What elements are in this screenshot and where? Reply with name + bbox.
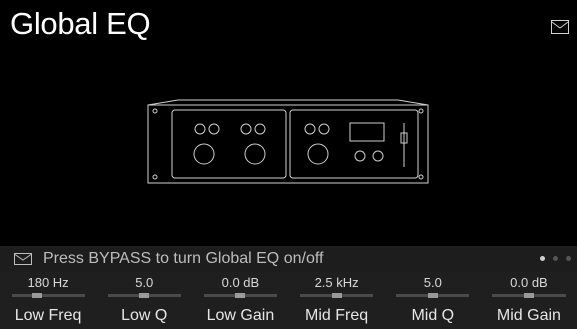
param-value: 5.0	[135, 275, 154, 290]
param-slider[interactable]	[203, 293, 277, 298]
param-knob[interactable]	[139, 293, 150, 298]
param-mid-gain[interactable]: 0.0 dB Mid Gain	[481, 272, 577, 329]
param-knob[interactable]	[331, 293, 342, 298]
param-slider[interactable]	[11, 293, 85, 298]
param-slider[interactable]	[492, 293, 566, 298]
page-indicator	[540, 256, 571, 261]
page-dot	[566, 256, 571, 261]
param-low-gain[interactable]: 0.0 dB Low Gain	[192, 272, 288, 329]
param-value: 180 Hz	[27, 275, 69, 290]
param-value: 5.0	[423, 275, 442, 290]
param-label: Low Freq	[14, 307, 82, 324]
param-mid-q[interactable]: 5.0 Mid Q	[385, 272, 481, 329]
param-bar: 180 Hz Low Freq 5.0 Low Q 0.0 dB Low Gai…	[0, 272, 577, 329]
param-knob[interactable]	[235, 293, 246, 298]
param-knob[interactable]	[523, 293, 534, 298]
page-title: Global EQ	[10, 6, 151, 41]
hint-text: Press BYPASS to turn Global EQ on/off	[43, 250, 324, 267]
param-slider[interactable]	[300, 293, 374, 298]
param-mid-freq[interactable]: 2.5 kHz Mid Freq	[289, 272, 385, 329]
param-low-freq[interactable]: 180 Hz Low Freq	[0, 272, 96, 329]
param-low-q[interactable]: 5.0 Low Q	[96, 272, 192, 329]
rack-device-icon	[147, 99, 429, 184]
param-label: Mid Freq	[305, 307, 369, 324]
envelope-icon[interactable]	[551, 20, 569, 34]
param-label: Low Q	[121, 307, 168, 324]
param-label: Low Gain	[206, 307, 275, 324]
param-label: Mid Gain	[496, 307, 561, 324]
param-knob[interactable]	[32, 293, 43, 298]
param-slider[interactable]	[396, 293, 470, 298]
hint-bar: Press BYPASS to turn Global EQ on/off	[0, 246, 577, 272]
param-value: 0.0 dB	[510, 275, 548, 290]
page-dot	[540, 256, 545, 261]
envelope-icon	[14, 253, 32, 265]
param-label: Mid Q	[411, 307, 455, 324]
param-knob[interactable]	[427, 293, 438, 298]
param-slider[interactable]	[107, 293, 181, 298]
param-value: 2.5 kHz	[314, 275, 359, 290]
page-dot	[553, 256, 558, 261]
param-value: 0.0 dB	[221, 275, 260, 290]
